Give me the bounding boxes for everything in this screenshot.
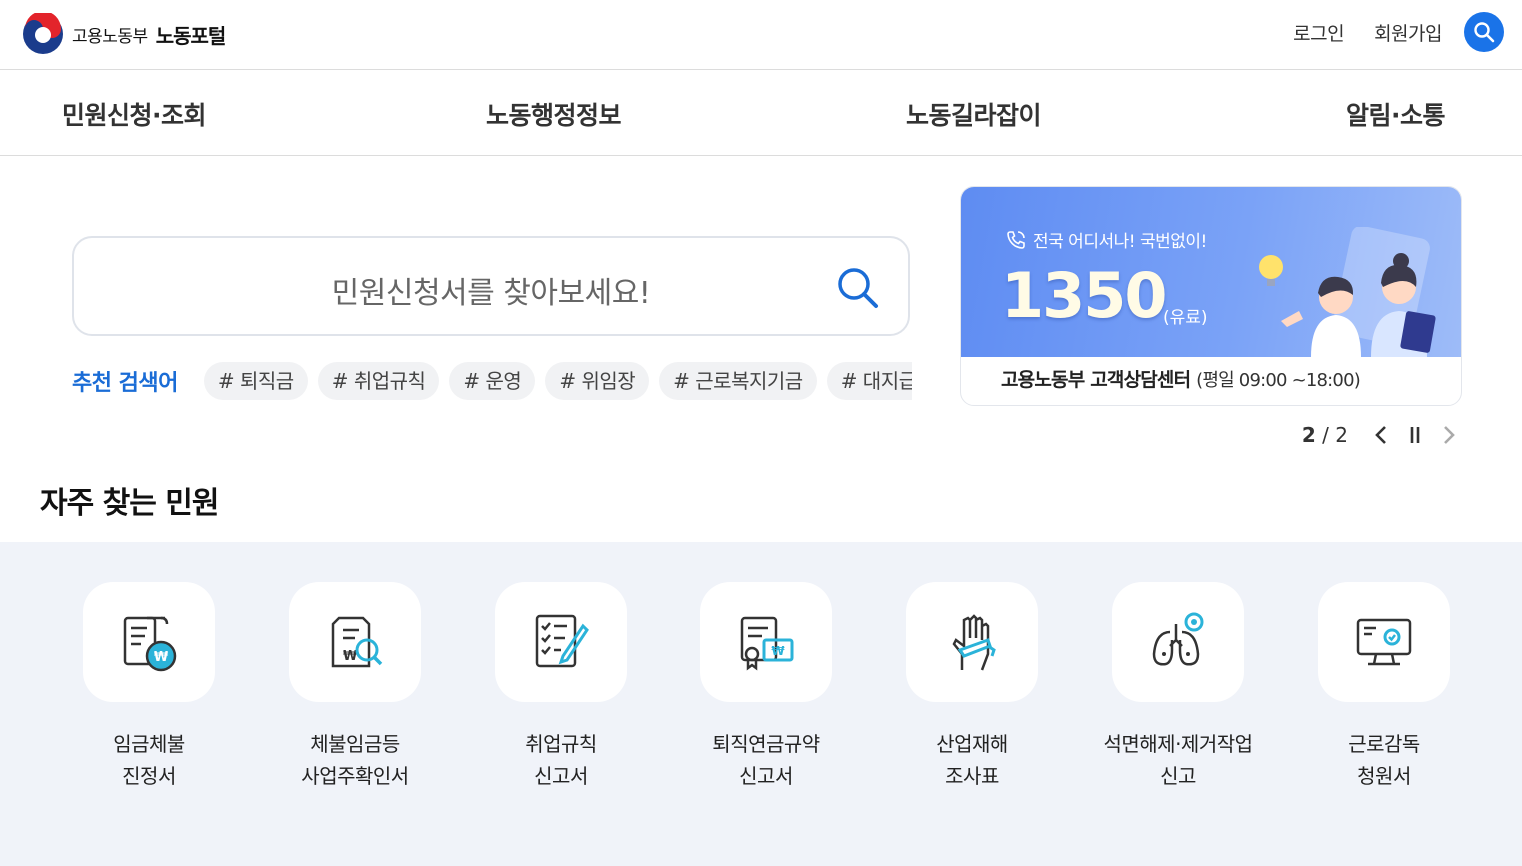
site-header: 고용노동부 노동포털 로그인 회원가입 (0, 0, 1522, 70)
banner-subtitle-text: 전국 어디서나! 국번없이! (1033, 232, 1207, 252)
label-line: 사업주확인서 (301, 764, 409, 788)
pause-slide-button[interactable] (1400, 420, 1430, 450)
frequent-item-retirement-pension[interactable]: ₩ 퇴직연금규약 신고서 (676, 582, 856, 792)
ministry-name: 고용노동부 (72, 26, 148, 47)
frequent-petitions-title: 자주 찾는 민원 (40, 486, 219, 521)
recommended-keywords: 추천 검색어 # 퇴직금 # 취업규칙 # 운영 # 위임장 # 근로복지기금 … (72, 360, 912, 402)
nav-labor-admin-info[interactable]: 노동행정정보 (486, 96, 622, 132)
header-search-button[interactable] (1464, 12, 1504, 52)
frequent-item-label: 퇴직연금규약 신고서 (676, 728, 856, 792)
frequent-item-asbestos-removal[interactable]: 석면해제·제거작업 신고 (1088, 582, 1268, 792)
prev-slide-button[interactable] (1366, 420, 1396, 450)
nav-civil-petition[interactable]: 민원신청·조회 (62, 96, 207, 132)
slide-page-indicator: 2 / 2 (1301, 423, 1348, 447)
frequent-item-label: 산업재해 조사표 (882, 728, 1062, 792)
bandaged-hand-icon (906, 582, 1038, 702)
taegeuk-logo-icon (23, 13, 63, 54)
chevron-right-icon (1444, 426, 1455, 444)
svg-text:₩: ₩ (771, 644, 785, 658)
label-line: 석면해제·제거작업 (1103, 732, 1253, 756)
nav-notice-communication[interactable]: 알림·소통 (1346, 96, 1446, 132)
frequent-item-labor-inspection[interactable]: 근로감독 청원서 (1294, 582, 1474, 792)
current-slide: 2 (1301, 423, 1316, 447)
keyword-tag[interactable]: # 위임장 (545, 362, 650, 400)
chevron-left-icon (1375, 426, 1386, 444)
frequent-item-industrial-accident[interactable]: 산업재해 조사표 (882, 582, 1062, 792)
nav-labor-guide[interactable]: 노동길라잡이 (906, 96, 1042, 132)
portal-name: 노동포털 (155, 23, 227, 48)
frequent-item-label: 체불임금등 사업주확인서 (265, 728, 445, 792)
frequent-item-label: 석면해제·제거작업 신고 (1088, 728, 1268, 792)
label-line: 신고 (1160, 764, 1196, 788)
label-line: 퇴직연금규약 (712, 732, 820, 756)
label-line: 산업재해 (936, 732, 1008, 756)
banner-slider-controls: 2 / 2 (1302, 420, 1464, 450)
frequent-item-label: 취업규칙 신고서 (471, 728, 651, 792)
document-won-icon: ₩ (83, 582, 215, 702)
svg-text:₩: ₩ (154, 650, 169, 665)
paid-label: (유료) (1163, 308, 1208, 328)
frequent-item-wage-arrears[interactable]: ₩ 임금체불 진정서 (59, 582, 239, 792)
certificate-won-icon: ₩ (700, 582, 832, 702)
document-search-icon: ₩ (289, 582, 421, 702)
keyword-tag[interactable]: # 운영 (449, 362, 536, 400)
lungs-icon (1112, 582, 1244, 702)
site-logo[interactable]: 고용노동부 노동포털 (22, 13, 227, 55)
banner-subtitle: 전국 어디서나! 국번없이! (1005, 227, 1207, 252)
banner-visual: 전국 어디서나! 국번없이! 1350 (유료) (961, 187, 1461, 357)
recommended-keywords-title: 추천 검색어 (72, 371, 178, 396)
banner-caption: 고용노동부 고객상담센터 (평일 09:00 ~18:00) (1001, 365, 1361, 392)
join-link[interactable]: 회원가입 (1374, 19, 1442, 46)
call-center-name: 고용노동부 고객상담센터 (1001, 369, 1191, 391)
frequent-item-label: 임금체불 진정서 (59, 728, 239, 792)
label-line: 신고서 (534, 764, 588, 788)
call-center-number: 1350 (1001, 259, 1168, 332)
utility-menu: 로그인 회원가입 (1293, 12, 1504, 52)
total-slides: 2 (1335, 423, 1348, 447)
keyword-tag[interactable]: # 취업규칙 (317, 362, 440, 400)
pause-icon (1410, 427, 1420, 443)
frequent-item-employer-confirmation[interactable]: ₩ 체불임금등 사업주확인서 (265, 582, 445, 792)
frequent-item-label: 근로감독 청원서 (1294, 728, 1474, 792)
login-link[interactable]: 로그인 (1293, 19, 1344, 46)
main-navigation: 민원신청·조회 노동행정정보 노동길라잡이 알림·소통 (0, 70, 1522, 156)
next-slide-button[interactable] (1434, 420, 1464, 450)
call-center-banner[interactable]: 전국 어디서나! 국번없이! 1350 (유료) 고용노동부 고객상담센터 (평… (960, 186, 1462, 406)
search-input[interactable]: 민원신청서를 찾아보세요! (74, 268, 828, 312)
call-center-hours: (평일 09:00 ~18:00) (1196, 370, 1361, 391)
label-line: 임금체불 (113, 732, 185, 756)
search-icon[interactable] (834, 264, 882, 312)
search-icon (1474, 22, 1495, 43)
label-line: 진정서 (122, 764, 176, 788)
counselor-illustration-icon (1259, 227, 1436, 357)
monitor-check-icon (1318, 582, 1450, 702)
petition-search-box[interactable]: 민원신청서를 찾아보세요! (72, 236, 910, 336)
label-line: 조사표 (945, 764, 999, 788)
frequent-item-work-rules[interactable]: 취업규칙 신고서 (471, 582, 651, 792)
keyword-tag[interactable]: # 근로복지기금 (659, 362, 817, 400)
label-line: 청원서 (1357, 764, 1411, 788)
keyword-tag[interactable]: # 퇴직금 (203, 362, 308, 400)
label-line: 근로감독 (1348, 732, 1420, 756)
label-line: 취업규칙 (525, 732, 597, 756)
label-line: 체불임금등 (310, 732, 400, 756)
frequent-petitions-area: ₩ 임금체불 진정서 ₩ 체불임금등 사업주확인서 취업규칙 신고서 ₩ 퇴직연… (0, 542, 1522, 866)
checklist-pen-icon (495, 582, 627, 702)
keyword-tag[interactable]: # 대지급금 (826, 362, 912, 400)
label-line: 신고서 (739, 764, 793, 788)
phone-icon (1007, 230, 1025, 249)
